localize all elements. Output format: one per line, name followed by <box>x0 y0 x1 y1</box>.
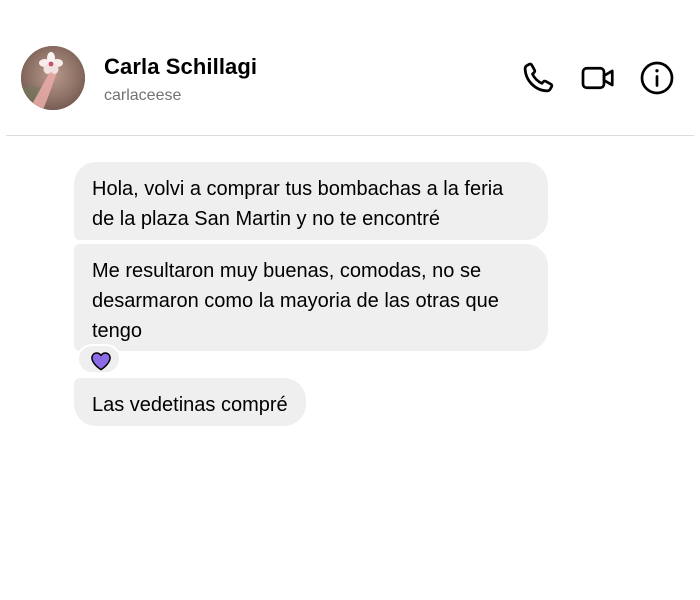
message-reaction[interactable] <box>77 344 121 374</box>
message-text: Hola, volvi a comprar tus bombachas a la… <box>92 178 504 230</box>
message-bubble[interactable]: Me resultaron muy buenas, comodas, no se… <box>74 244 548 351</box>
message-text: Las vedetinas compré <box>92 394 288 416</box>
heart-icon <box>91 352 111 371</box>
message-bubble[interactable]: Hola, volvi a comprar tus bombachas a la… <box>74 162 548 240</box>
message-bubble[interactable]: Las vedetinas compré <box>74 378 306 426</box>
message-thread: Hola, volvi a comprar tus bombachas a la… <box>0 0 700 600</box>
message-text: Me resultaron muy buenas, comodas, no se… <box>92 260 499 342</box>
